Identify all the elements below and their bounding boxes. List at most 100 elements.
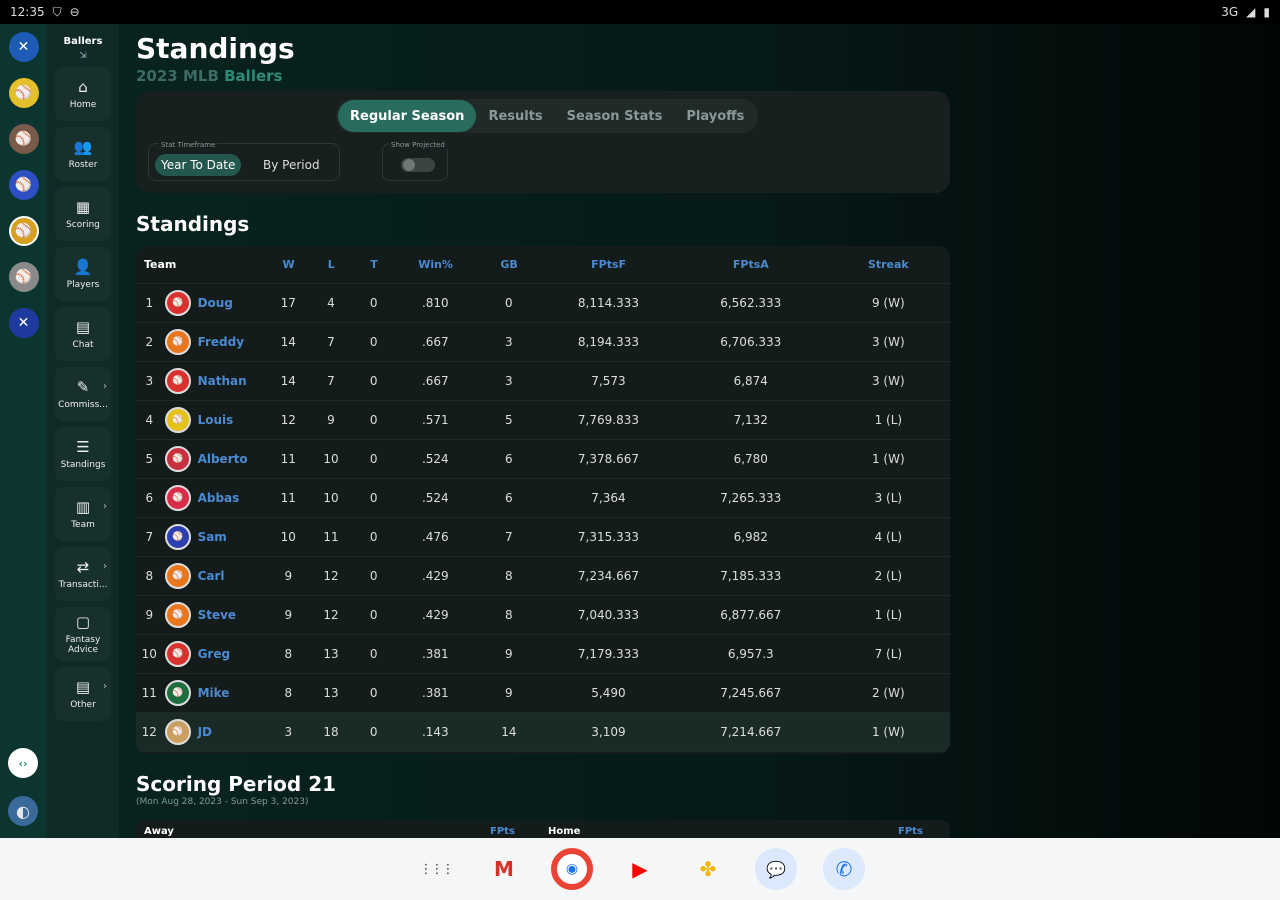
nav-scoring[interactable]: ▦ Scoring (55, 187, 111, 241)
team-name-link[interactable]: JD (198, 725, 212, 739)
team-icon: ▥ (75, 498, 91, 516)
fptsa-cell: 6,982 (733, 530, 768, 544)
wins-cell: 8 (284, 647, 293, 661)
table-row[interactable]: 7 ⚾ Sam 10 11 0 .476 7 7,315.333 6,982 4 (L) (136, 518, 950, 557)
table-row[interactable]: 11 ⚾ Mike 8 13 0 .381 9 5,490 7,245.667 2 (W) (136, 674, 950, 713)
by-period-option[interactable]: By Period (257, 154, 326, 176)
team-cell[interactable]: ⚾ Louis (163, 407, 267, 433)
col-fptsf[interactable]: FPtsF (542, 258, 675, 271)
rank-cell: 7 (145, 530, 154, 544)
fptsf-cell: 8,114.333 (577, 296, 639, 310)
nav-players[interactable]: 👤 Players (55, 247, 111, 301)
table-row[interactable]: 12 ⚾ JD 3 18 0 .143 14 3,109 7,214.667 1 (W) (136, 713, 950, 752)
wins-cell: 9 (284, 569, 293, 583)
team-name-link[interactable]: Steve (198, 608, 236, 622)
league-name: Ballers (63, 36, 103, 47)
phone-icon[interactable]: ✆ (823, 848, 865, 890)
league-logo-4-icon[interactable]: ⚾ (8, 170, 39, 200)
nav-other[interactable]: ▤ Other › (55, 667, 111, 721)
nav-roster[interactable]: 👥 Roster (55, 127, 111, 181)
nav-chat[interactable]: ▤ Chat (55, 307, 111, 361)
team-name-link[interactable]: Louis (198, 413, 234, 427)
tab-regular-season[interactable]: Regular Season (338, 100, 477, 132)
apps-grid-icon[interactable]: ⋮⋮⋮ (415, 848, 457, 890)
gmail-icon[interactable]: M (483, 848, 525, 890)
code-icon[interactable]: ‹› (8, 748, 38, 778)
col-gb[interactable]: GB (476, 258, 542, 271)
col-l[interactable]: L (310, 258, 353, 271)
league-logo-2-icon[interactable]: ⚾ (8, 78, 39, 108)
team-cell[interactable]: ⚾ Greg (163, 641, 267, 667)
team-name-link[interactable]: Sam (198, 530, 227, 544)
col-w[interactable]: W (267, 258, 310, 271)
league-expand-icon[interactable]: ⇲ (47, 51, 119, 61)
nav-transactions[interactable]: ⇄ Transacti... › (55, 547, 111, 601)
ties-cell: 0 (369, 452, 378, 466)
nav-commissioner[interactable]: ✎ Commiss... › (55, 367, 111, 421)
nav-fantasy-advice[interactable]: ▢ Fantasy Advice (55, 607, 111, 661)
team-cell[interactable]: ⚾ Freddy (163, 329, 267, 355)
youtube-icon[interactable]: ▶ (619, 848, 661, 890)
nav-standings[interactable]: ☰ Standings (55, 427, 111, 481)
ties-cell: 0 (369, 686, 378, 700)
tab-playoffs[interactable]: Playoffs (674, 100, 756, 132)
table-row[interactable]: 6 ⚾ Abbas 11 10 0 .524 6 7,364 7,265.333 3 (L) (136, 479, 950, 518)
team-name-link[interactable]: Alberto (198, 452, 248, 466)
col-streak[interactable]: Streak (827, 258, 950, 271)
team-name-link[interactable]: Doug (198, 296, 233, 310)
table-row[interactable]: 3 ⚾ Nathan 14 7 0 .667 3 7,573 6,874 3 (W) (136, 362, 950, 401)
team-cell[interactable]: ⚾ Sam (163, 524, 267, 550)
profile-avatar[interactable]: ◐ (8, 796, 38, 826)
losses-cell: 7 (327, 374, 335, 388)
fptsf-cell: 7,315.333 (577, 530, 639, 544)
tab-season-stats[interactable]: Season Stats (555, 100, 675, 132)
photos-icon[interactable]: ✤ (687, 848, 729, 890)
table-row[interactable]: 4 ⚾ Louis 12 9 0 .571 5 7,769.833 7,132 1 (L) (136, 401, 950, 440)
chrome-icon[interactable]: ◉ (551, 848, 593, 890)
chevron-right-icon: › (103, 681, 107, 692)
team-name-link[interactable]: Mike (198, 686, 230, 700)
team-cell[interactable]: ⚾ Doug (163, 290, 267, 316)
win-pct-cell: .429 (421, 569, 449, 583)
league-logo-1-icon[interactable]: ✕ (8, 32, 39, 62)
losses-cell: 13 (323, 647, 339, 661)
fptsf-cell: 7,378.667 (577, 452, 639, 466)
league-logo-7-icon[interactable]: ✕ (8, 308, 39, 338)
league-logo-3-icon[interactable]: ⚾ (8, 124, 39, 154)
year-to-date-option[interactable]: Year To Date (155, 154, 242, 176)
nav-home[interactable]: ⌂ Home (55, 67, 111, 121)
col-win-pct[interactable]: Win% (395, 258, 476, 271)
col-t[interactable]: T (353, 258, 396, 271)
document-icon: ▢ (75, 613, 91, 631)
league-logo-6-icon[interactable]: ⚾ (8, 262, 39, 292)
team-cell[interactable]: ⚾ Abbas (163, 485, 267, 511)
league-logo-5-icon[interactable]: ⚾ (8, 216, 39, 246)
team-cell[interactable]: ⚾ JD (163, 719, 267, 745)
team-name-link[interactable]: Carl (198, 569, 225, 583)
team-name-link[interactable]: Nathan (198, 374, 247, 388)
team-cell[interactable]: ⚾ Mike (163, 680, 267, 706)
team-cell[interactable]: ⚾ Steve (163, 602, 267, 628)
table-row[interactable]: 5 ⚾ Alberto 11 10 0 .524 6 7,378.667 6,780 1 (W) (136, 440, 950, 479)
table-row[interactable]: 10 ⚾ Greg 8 13 0 .381 9 7,179.333 6,957.3 7 (L) (136, 635, 950, 674)
stat-timeframe-selector: Stat Timeframe Year To Date By Period (148, 141, 340, 181)
messages-icon[interactable]: 💬 (755, 848, 797, 890)
tab-results[interactable]: Results (476, 100, 554, 132)
table-row[interactable]: 1 ⚾ Doug 17 4 0 .810 0 8,114.333 6,562.333 9 (W) (136, 284, 950, 323)
col-team[interactable]: Team (136, 258, 267, 271)
team-logo-icon: ⚾ (164, 680, 191, 706)
team-name-link[interactable]: Freddy (198, 335, 245, 349)
team-cell[interactable]: ⚾ Nathan (163, 368, 267, 394)
rank-cell: 4 (145, 413, 154, 427)
stat-timeframe-label: Stat Timeframe (159, 141, 218, 149)
table-row[interactable]: 8 ⚾ Carl 9 12 0 .429 8 7,234.667 7,185.333 2 (L) (136, 557, 950, 596)
team-name-link[interactable]: Greg (198, 647, 231, 661)
table-row[interactable]: 2 ⚾ Freddy 14 7 0 .667 3 8,194.333 6,706.333 3 (W) (136, 323, 950, 362)
team-cell[interactable]: ⚾ Carl (163, 563, 267, 589)
team-cell[interactable]: ⚾ Alberto (163, 446, 267, 472)
table-row[interactable]: 9 ⚾ Steve 9 12 0 .429 8 7,040.333 6,877.667 1 (L) (136, 596, 950, 635)
nav-team[interactable]: ▥ Team › (55, 487, 111, 541)
team-name-link[interactable]: Abbas (198, 491, 240, 505)
col-fptsa[interactable]: FPtsA (675, 258, 827, 271)
show-projected-toggle[interactable] (401, 158, 435, 172)
